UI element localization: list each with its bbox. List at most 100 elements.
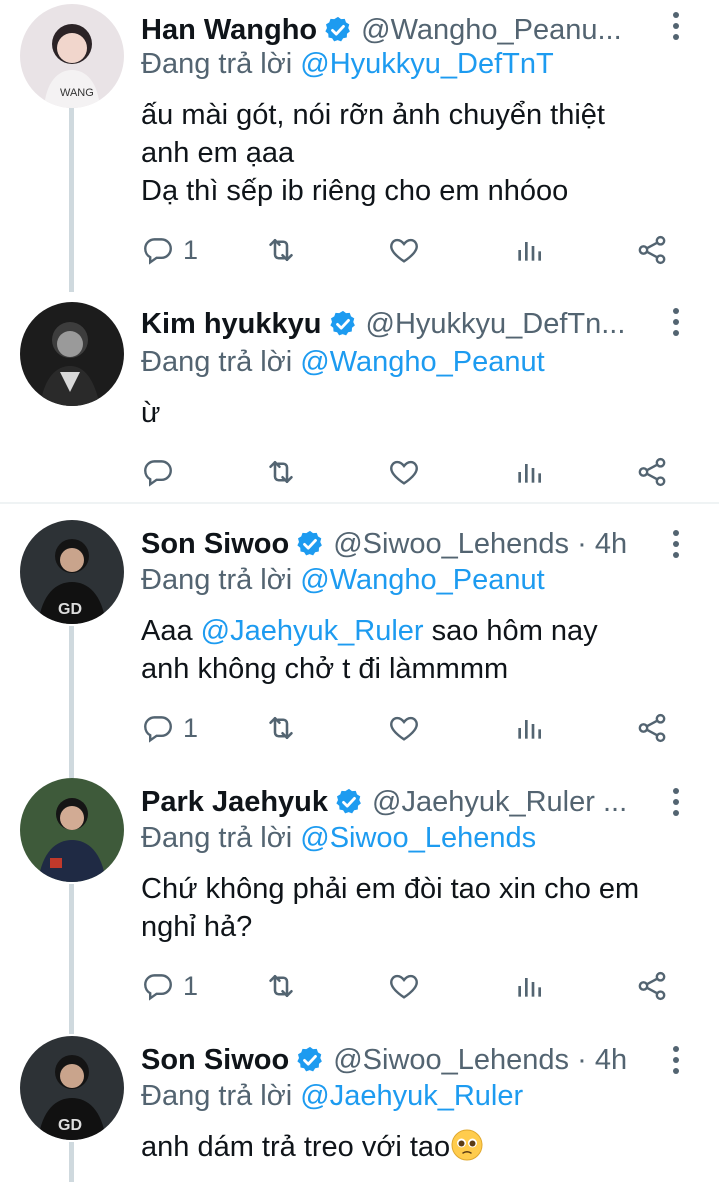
reply-prefix: Đang trả lời (141, 48, 293, 80)
reply-prefix: Đang trả lời (141, 346, 293, 378)
tweet-text: Chứ không phải em đòi tao xin cho em ngh… (141, 870, 701, 946)
tweet[interactable]: GD Son Siwoo @Siwoo_Lehends · 4h Đang tr… (0, 506, 719, 768)
user-handle[interactable]: @Wangho_Peanu... (361, 14, 622, 47)
avatar[interactable]: GD (20, 1036, 124, 1140)
analytics-button[interactable] (513, 708, 545, 748)
tweet-line: Dạ thì sếp ib riêng cho em nhóoo (141, 175, 569, 207)
tweet-text-part: Aaa (141, 615, 201, 647)
user-handle[interactable]: @Siwoo_Lehends · 4h (333, 528, 627, 561)
reply-count: 1 (183, 712, 199, 743)
action-bar: 1 (141, 230, 679, 270)
retweet-icon (263, 710, 299, 746)
reply-button[interactable]: 1 (141, 230, 198, 270)
reply-button[interactable]: 1 (141, 966, 198, 1006)
tweet[interactable]: WANG Han Wangho @Wangho_Peanu... Đang tr… (0, 0, 719, 290)
avatar[interactable] (20, 778, 124, 882)
more-icon[interactable] (673, 530, 681, 563)
reply-icon (141, 455, 175, 489)
share-icon (635, 711, 669, 745)
tweet-line: anh không chở t đi làmmmm (141, 653, 509, 685)
avatar[interactable] (20, 302, 124, 406)
action-bar: 1 (141, 708, 679, 748)
tweet-header: Kim hyukkyu @Hyukkyu_DefTn... (141, 302, 679, 346)
verified-badge-icon (328, 309, 358, 339)
display-name[interactable]: Son Siwoo (141, 1044, 289, 1077)
like-button[interactable] (387, 966, 421, 1006)
share-button[interactable] (635, 966, 669, 1006)
like-icon (387, 711, 421, 745)
tweet-text: ừ (141, 394, 701, 432)
tweet-header: Son Siwoo @Siwoo_Lehends · 4h (141, 522, 679, 566)
more-icon[interactable] (673, 12, 681, 45)
share-icon (635, 969, 669, 1003)
reply-mention[interactable]: @Jaehyuk_Ruler (300, 1080, 523, 1112)
inline-mention[interactable]: @Jaehyuk_Ruler (201, 615, 424, 647)
reply-mention[interactable]: @Wangho_Peanut (300, 564, 544, 596)
retweet-button[interactable] (263, 452, 299, 492)
more-icon[interactable] (673, 308, 681, 341)
tweet-text-part: anh dám trả treo với tao (141, 1131, 451, 1163)
tweet-header: Son Siwoo @Siwoo_Lehends · 4h (141, 1038, 679, 1082)
tweet[interactable]: GD Son Siwoo @Siwoo_Lehends · 4h Đang tr… (0, 1026, 719, 1182)
display-name[interactable]: Son Siwoo (141, 528, 289, 561)
tweet-line: ấu mài gót, nói rỡn ảnh chuyển thiệt (141, 99, 605, 131)
reply-count: 1 (183, 970, 199, 1001)
user-handle[interactable]: @Hyukkyu_DefTn... (366, 308, 626, 341)
reply-mention[interactable]: @Siwoo_Lehends (300, 822, 536, 854)
like-button[interactable] (387, 452, 421, 492)
retweet-button[interactable] (263, 708, 299, 748)
share-button[interactable] (635, 708, 669, 748)
verified-badge-icon (323, 15, 353, 45)
verified-badge-icon (295, 529, 325, 559)
share-button[interactable] (635, 230, 669, 270)
tweet-header: Park Jaehyuk @Jaehyuk_Ruler ... (141, 780, 679, 824)
user-handle[interactable]: @Siwoo_Lehends · 4h (333, 1044, 627, 1077)
tweet[interactable]: Kim hyukkyu @Hyukkyu_DefTn... Đang trả l… (0, 290, 719, 502)
reply-mention[interactable]: @Hyukkyu_DefTnT (300, 48, 553, 80)
tweet-header: Han Wangho @Wangho_Peanu... (141, 8, 679, 52)
replying-to: Đang trả lời @Siwoo_Lehends (141, 822, 536, 855)
analytics-button[interactable] (513, 230, 545, 270)
user-handle[interactable]: @Jaehyuk_Ruler ... (372, 786, 627, 819)
tweet-text-part: sao hôm nay (423, 615, 598, 647)
retweet-button[interactable] (263, 966, 299, 1006)
replying-to: Đang trả lời @Hyukkyu_DefTnT (141, 48, 554, 81)
analytics-icon (513, 712, 545, 744)
reply-button[interactable] (141, 452, 175, 492)
like-icon (387, 969, 421, 1003)
share-button[interactable] (635, 452, 669, 492)
avatar[interactable]: WANG (20, 4, 124, 108)
replying-to: Đang trả lời @Jaehyuk_Ruler (141, 1080, 523, 1113)
reply-count: 1 (183, 234, 199, 265)
tweet-line: Chứ không phải em đòi tao xin cho em (141, 873, 640, 905)
more-icon[interactable] (673, 1046, 681, 1079)
tweet-line: ừ (141, 397, 161, 429)
retweet-button[interactable] (263, 230, 299, 270)
reply-icon (141, 233, 175, 267)
svg-text:GD: GD (58, 601, 82, 618)
analytics-button[interactable] (513, 966, 545, 1006)
analytics-icon (513, 970, 545, 1002)
tweet-text: ấu mài gót, nói rỡn ảnh chuyển thiệt anh… (141, 96, 701, 210)
like-button[interactable] (387, 708, 421, 748)
analytics-button[interactable] (513, 452, 545, 492)
pleading-face-emoji-icon (451, 1129, 483, 1161)
reply-prefix: Đang trả lời (141, 1080, 293, 1112)
share-icon (635, 233, 669, 267)
analytics-icon (513, 456, 545, 488)
tweet-line: anh em ạaa (141, 137, 295, 169)
avatar[interactable]: GD (20, 520, 124, 624)
analytics-icon (513, 234, 545, 266)
svg-text:GD: GD (58, 1117, 82, 1134)
more-icon[interactable] (673, 788, 681, 821)
reply-mention[interactable]: @Wangho_Peanut (300, 346, 544, 378)
display-name[interactable]: Park Jaehyuk (141, 786, 328, 819)
tweet[interactable]: Park Jaehyuk @Jaehyuk_Ruler ... Đang trả… (0, 768, 719, 1026)
reply-icon (141, 969, 175, 1003)
display-name[interactable]: Kim hyukkyu (141, 308, 322, 341)
tweet-text: Aaa @Jaehyuk_Ruler sao hôm nay anh không… (141, 612, 701, 688)
reply-button[interactable]: 1 (141, 708, 198, 748)
retweet-icon (263, 454, 299, 490)
like-button[interactable] (387, 230, 421, 270)
display-name[interactable]: Han Wangho (141, 14, 317, 47)
